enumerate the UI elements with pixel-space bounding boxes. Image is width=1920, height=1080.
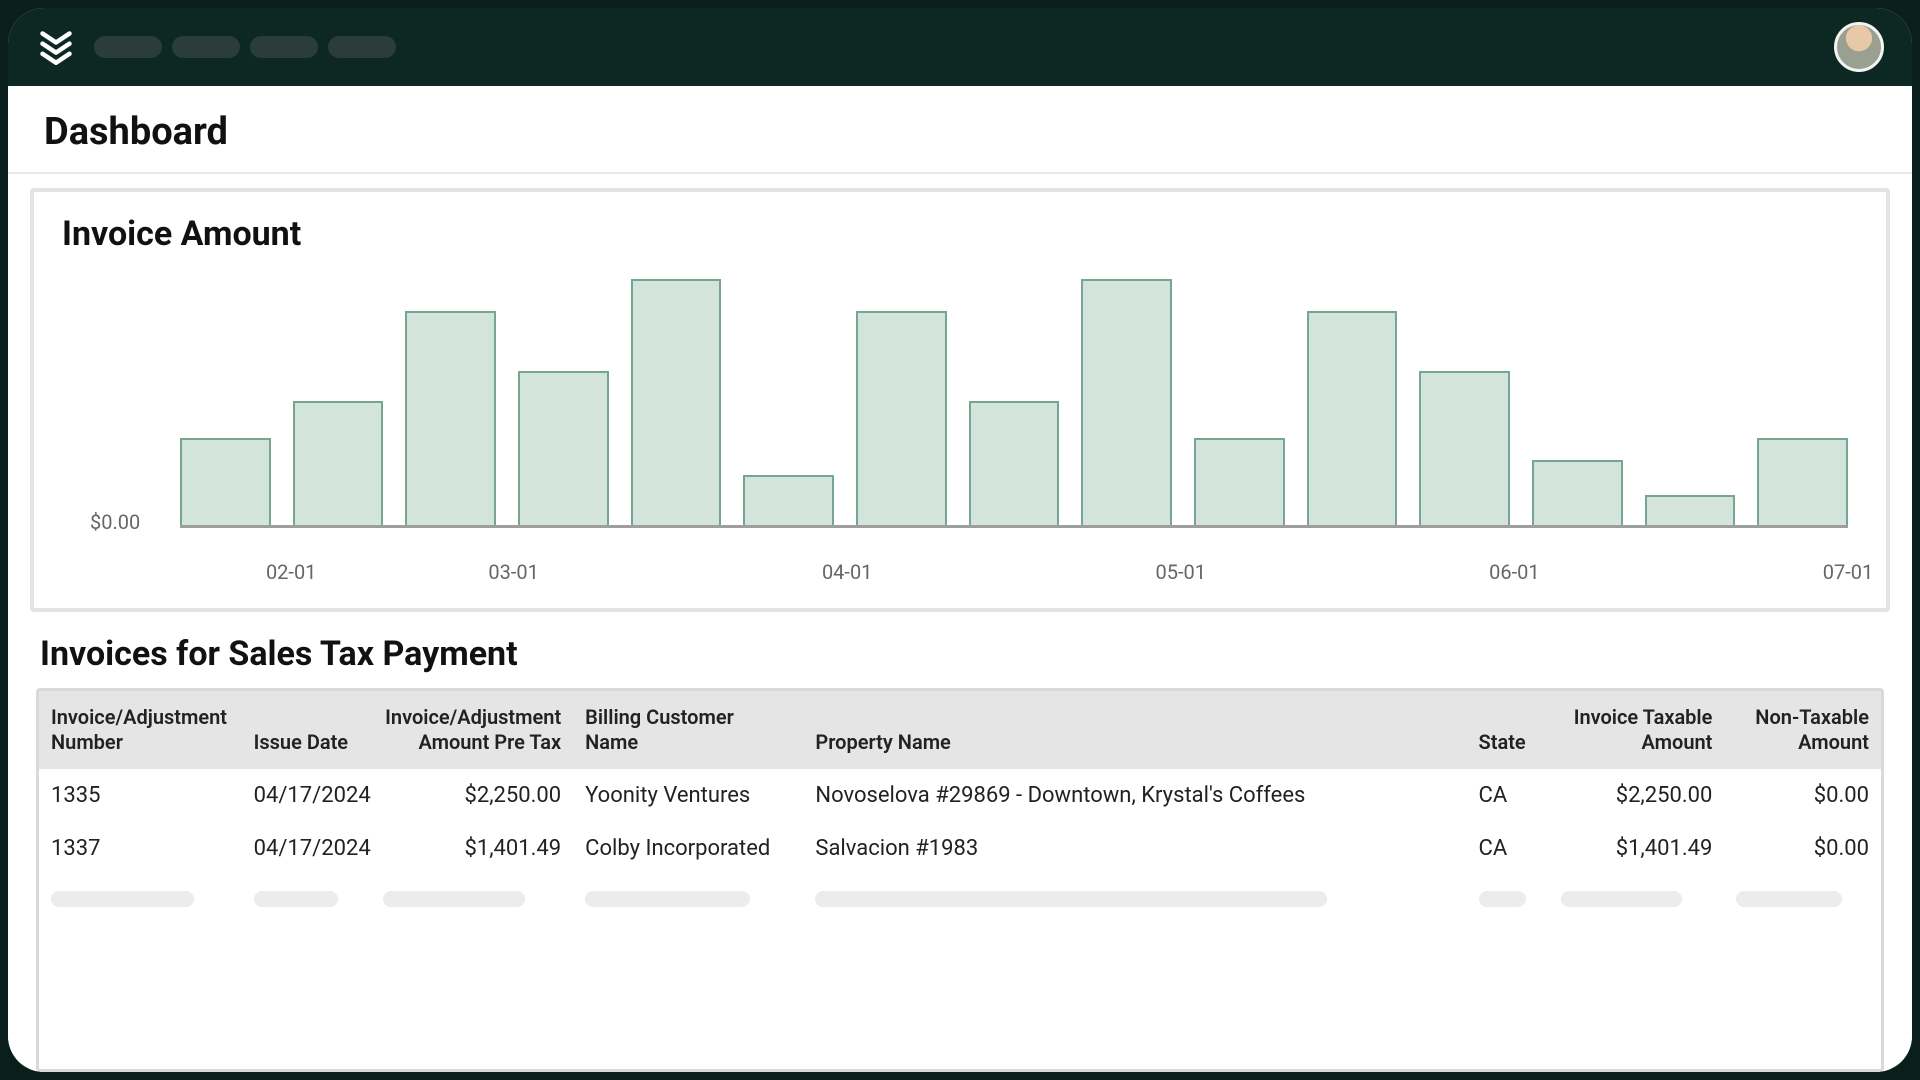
chart-bar[interactable] (1307, 311, 1398, 525)
chart-card: Invoice Amount $0.00 02-01 03-01 04-01 05-0… (30, 188, 1890, 612)
cell-property: Salvacion #1983 (803, 822, 1466, 875)
chart-area: $0.00 02-0103-0104-0105-0106-0107-01 (62, 266, 1858, 596)
chart-bar[interactable] (405, 311, 496, 525)
chart-bar[interactable] (1645, 495, 1736, 525)
chart-bar[interactable] (631, 279, 722, 526)
nav-placeholder[interactable] (172, 36, 240, 58)
app-logo-icon[interactable] (36, 27, 76, 67)
device-frame: Dashboard Invoice Amount $0.00 02-01 03-0… (0, 0, 1920, 1080)
invoices-table: Invoice/Adjustment Number Issue Date Inv… (39, 691, 1881, 923)
cell-number: 1335 (39, 769, 242, 822)
col-taxable[interactable]: Invoice Taxable Amount (1549, 691, 1724, 769)
cell-state: CA (1467, 769, 1550, 822)
chart-bar[interactable] (1419, 371, 1510, 525)
chart-bar[interactable] (180, 438, 271, 525)
chart-bar[interactable] (856, 311, 947, 525)
chart-bar[interactable] (1757, 438, 1848, 525)
page-content: Dashboard Invoice Amount $0.00 02-01 03-0… (8, 86, 1912, 1072)
cell-non_taxable: $0.00 (1724, 769, 1881, 822)
y-axis-zero-label: $0.00 (90, 510, 140, 534)
cell-pre_tax: $2,250.00 (371, 769, 574, 822)
nav-placeholder[interactable] (250, 36, 318, 58)
cell-number: 1337 (39, 822, 242, 875)
cell-property: Novoselova #29869 - Downtown, Krystal's … (803, 769, 1466, 822)
cell-customer: Yoonity Ventures (573, 769, 803, 822)
x-tick-label: 06-01 (1489, 560, 1540, 584)
bars-container (180, 276, 1848, 528)
cell-non_taxable: $0.00 (1724, 822, 1881, 875)
cell-taxable: $1,401.49 (1549, 822, 1724, 875)
x-tick-label: 03-01 (488, 560, 539, 584)
chart-bar[interactable] (1532, 460, 1623, 525)
nav-placeholder[interactable] (94, 36, 162, 58)
chart-bar[interactable] (293, 401, 384, 526)
page-header: Dashboard (8, 86, 1912, 174)
topbar (8, 8, 1912, 86)
nav-placeholder[interactable] (328, 36, 396, 58)
table-header-row: Invoice/Adjustment Number Issue Date Inv… (39, 691, 1881, 769)
chart-bar[interactable] (1194, 438, 1285, 525)
col-issue-date[interactable]: Issue Date (242, 691, 371, 769)
chart-bar[interactable] (518, 371, 609, 525)
chart-bar[interactable] (743, 475, 834, 525)
table-wrap: Invoice/Adjustment Number Issue Date Inv… (36, 688, 1884, 1072)
table-row[interactable]: 133504/17/2024$2,250.00Yoonity VenturesN… (39, 769, 1881, 822)
col-non-taxable[interactable]: Non-Taxable Amount (1724, 691, 1881, 769)
col-state[interactable]: State (1467, 691, 1550, 769)
avatar[interactable] (1834, 22, 1884, 72)
cell-issue_date: 04/17/2024 (242, 769, 371, 822)
table-row-placeholder (39, 875, 1881, 923)
nav-placeholder-group (94, 36, 396, 58)
table-title: Invoices for Sales Tax Payment (40, 634, 1884, 674)
cell-state: CA (1467, 822, 1550, 875)
x-tick-label: 07-01 (1823, 560, 1874, 584)
table-card: Invoices for Sales Tax Payment (30, 630, 1890, 1072)
page-title: Dashboard (44, 110, 1876, 154)
x-axis-ticks: 02-0103-0104-0105-0106-0107-01 (180, 536, 1848, 596)
chart-bar[interactable] (1081, 279, 1172, 526)
col-number[interactable]: Invoice/Adjustment Number (39, 691, 242, 769)
x-tick-label: 04-01 (822, 560, 873, 584)
app-screen: Dashboard Invoice Amount $0.00 02-01 03-0… (8, 8, 1912, 1072)
cell-customer: Colby Incorporated (573, 822, 803, 875)
col-customer[interactable]: Billing Customer Name (573, 691, 803, 769)
panels: Invoice Amount $0.00 02-01 03-01 04-01 05-0… (8, 174, 1912, 1072)
col-pre-tax[interactable]: Invoice/Adjustment Amount Pre Tax (371, 691, 574, 769)
cell-taxable: $2,250.00 (1549, 769, 1724, 822)
cell-pre_tax: $1,401.49 (371, 822, 574, 875)
col-property[interactable]: Property Name (803, 691, 1466, 769)
chart-title: Invoice Amount (62, 214, 1858, 254)
x-tick-label: 05-01 (1156, 560, 1207, 584)
table-row[interactable]: 133704/17/2024$1,401.49Colby Incorporate… (39, 822, 1881, 875)
chart-bar[interactable] (969, 401, 1060, 526)
x-tick-label: 02-01 (266, 560, 317, 584)
cell-issue_date: 04/17/2024 (242, 822, 371, 875)
